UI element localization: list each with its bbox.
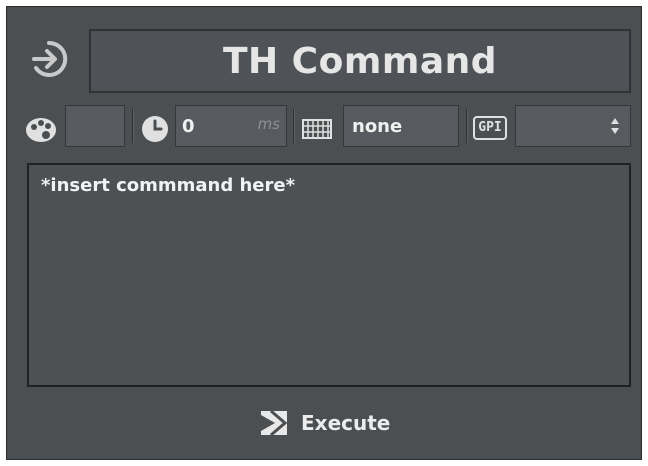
execute-icon [259,409,289,437]
command-text: *insert commmand here* [41,175,296,196]
delay-unit: ms [257,115,280,133]
login-enter-icon[interactable] [27,37,71,81]
execute-button[interactable]: Execute [259,405,399,441]
page-title: TH Command [89,29,631,93]
keyboard-icon [299,111,335,147]
command-textarea[interactable]: *insert commmand here* [27,163,631,387]
toolbar-divider [293,109,295,143]
clock-icon [137,111,173,147]
th-command-panel: TH Command 0 ms none GPI *insert commman… [6,6,642,460]
gpi-icon: GPI [471,111,509,145]
execute-label: Execute [301,411,391,435]
palette-icon [23,112,59,148]
gpi-icon-text: GPI [478,120,502,135]
toolbar-divider [466,109,468,143]
delay-value: 0 [182,115,195,137]
updown-arrow-icon [610,115,620,137]
title-text: TH Command [222,40,498,82]
gpi-select[interactable] [515,105,631,147]
delay-input[interactable]: 0 ms [175,105,287,147]
keyboard-shortcut-field[interactable]: none [343,105,459,147]
color-field[interactable] [65,105,125,147]
keyboard-value: none [352,115,403,137]
toolbar-divider [132,109,134,143]
